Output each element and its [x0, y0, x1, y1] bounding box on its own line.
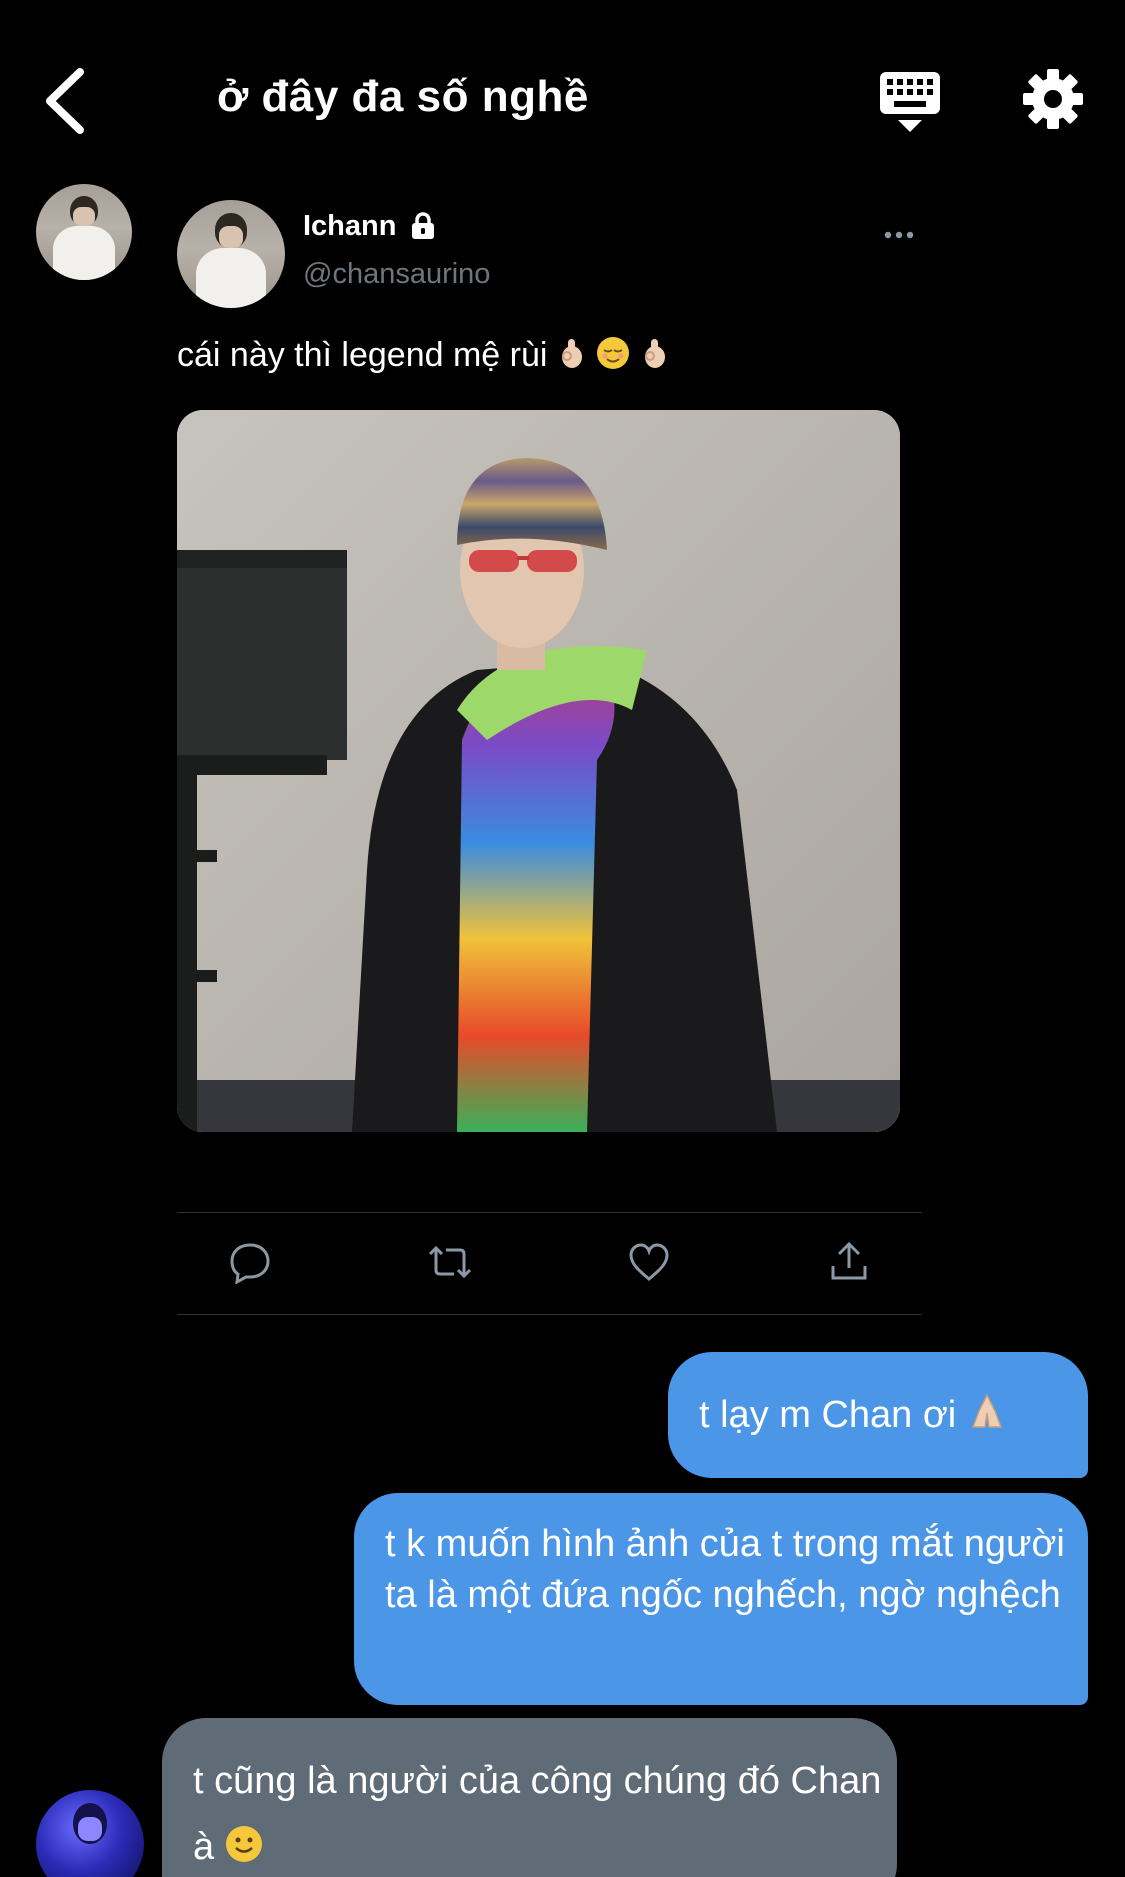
- incoming-message-bubble[interactable]: t cũng là người của công chúng đó Chan à: [162, 1718, 897, 1877]
- conversation-header: ở đây đa số nghề: [0, 0, 1125, 175]
- avatar-photo: [177, 200, 285, 308]
- outgoing-message-bubble[interactable]: t k muốn hình ảnh của t trong mắt người …: [354, 1493, 1088, 1705]
- tweet-author-avatar[interactable]: [177, 200, 285, 308]
- message-text: t cũng là người của công chúng đó Chan à: [193, 1748, 883, 1877]
- tweet-photo[interactable]: [177, 410, 900, 1132]
- relieved-face-emoji: [596, 336, 630, 379]
- tweet-photo-image: [177, 410, 900, 1132]
- tweet-author-name[interactable]: Ichann: [303, 210, 396, 243]
- slightly-smiling-face-emoji: [225, 1818, 263, 1877]
- contact-avatar[interactable]: [36, 1790, 144, 1877]
- reply-icon[interactable]: [228, 1240, 272, 1284]
- retweet-icon[interactable]: [428, 1240, 472, 1284]
- message-text: t k muốn hình ảnh của t trong mắt người …: [385, 1523, 1065, 1616]
- tweet-actions-top-divider: [177, 1212, 922, 1213]
- keyboard-icon: [880, 72, 940, 132]
- back-button[interactable]: [42, 66, 92, 136]
- folded-hands-emoji: [967, 1391, 1007, 1445]
- gear-icon: [1023, 69, 1083, 129]
- dm-conversation-screen: ở đây đa số nghề Ichann @chansaurino cái…: [0, 0, 1125, 1877]
- outgoing-message-bubble[interactable]: t lạy m Chan ơi: [668, 1352, 1088, 1478]
- message-text: t lạy m Chan ơi: [699, 1390, 1007, 1445]
- tweet-actions-bottom-divider: [177, 1314, 922, 1315]
- avatar-photo: [36, 1790, 144, 1877]
- conversation-title: ở đây đa số nghề: [217, 72, 589, 121]
- sender-avatar[interactable]: [36, 184, 132, 280]
- like-icon[interactable]: [627, 1240, 671, 1284]
- tweet-author-handle[interactable]: @chansaurino: [303, 258, 490, 291]
- tweet-text: cái này thì legend mệ rùi: [177, 336, 670, 379]
- avatar-photo: [36, 184, 132, 280]
- more-options-icon[interactable]: [884, 230, 914, 240]
- tweet-text-content: cái này thì legend mệ rùi: [177, 336, 548, 374]
- share-icon[interactable]: [827, 1240, 871, 1284]
- ok-hand-emoji: [557, 336, 587, 379]
- settings-button[interactable]: [1022, 68, 1084, 130]
- lock-icon: [412, 212, 434, 239]
- ok-hand-emoji: [640, 336, 670, 379]
- keyboard-toggle-button[interactable]: [878, 70, 942, 136]
- chevron-left-icon: [46, 68, 84, 134]
